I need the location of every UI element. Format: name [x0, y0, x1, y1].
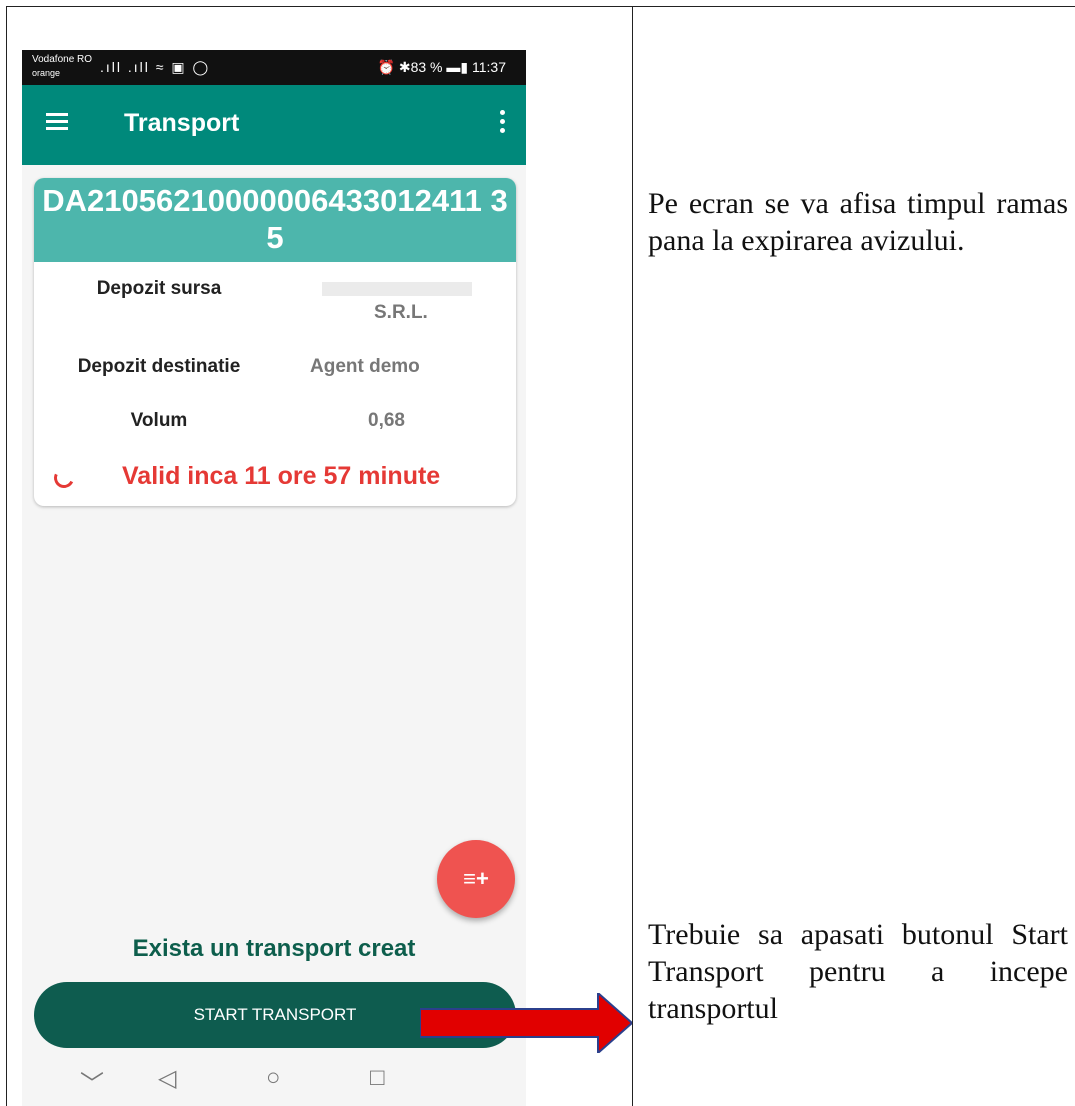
- nav-down-icon[interactable]: ﹀: [80, 1064, 104, 1099]
- row-value: S.R.L.: [374, 302, 428, 323]
- android-nav-bar: ﹀ ◁ ○ □: [22, 1060, 526, 1106]
- app-title: Transport: [124, 109, 240, 137]
- row-label: Depozit sursa: [96, 278, 222, 299]
- hamburger-menu-icon[interactable]: [46, 113, 68, 131]
- nav-home-icon[interactable]: ○: [266, 1064, 281, 1092]
- app-bar: Transport: [22, 85, 526, 165]
- table-column-divider: [632, 6, 633, 1106]
- more-options-icon[interactable]: [500, 110, 506, 137]
- status-right: ⏰ ✱83 % ▬▮ 11:37: [377, 59, 506, 75]
- signal-icons: .ıll .ıll ≈ ▣ ◯: [100, 59, 211, 75]
- row-value: 0,68: [368, 410, 405, 431]
- loading-spinner-icon: [51, 465, 77, 491]
- carrier-primary: Vodafone RO: [32, 54, 93, 65]
- instruction-text-bottom: Trebuie sa apasati butonul Start Transpo…: [648, 918, 1068, 1025]
- row-label: Volum: [130, 410, 188, 431]
- nav-back-icon[interactable]: ◁: [158, 1064, 176, 1093]
- row-label: Depozit destinatie: [77, 356, 241, 377]
- pointer-arrow-icon: [420, 993, 632, 1053]
- carrier-secondary: orange: [32, 68, 61, 78]
- status-bar: Vodafone RO orange .ıll .ıll ≈ ▣ ◯ ⏰ ✱83…: [22, 50, 526, 85]
- phone-screenshot: Vodafone RO orange .ıll .ıll ≈ ▣ ◯ ⏰ ✱83…: [22, 50, 526, 1106]
- nav-recent-icon[interactable]: □: [370, 1064, 385, 1092]
- instruction-text-top: Pe ecran se va afisa timpul ramas pana l…: [648, 187, 1068, 257]
- transport-id: DA21056210000006433012411 35: [34, 178, 516, 262]
- transport-card[interactable]: DA21056210000006433012411 35 Depozit sur…: [34, 178, 516, 506]
- transport-exists-message: Exista un transport creat: [132, 935, 416, 962]
- validity-text: Valid inca 11 ore 57 minute: [122, 462, 441, 490]
- row-value: Agent demo: [310, 356, 420, 377]
- add-list-fab-button[interactable]: ≡+: [437, 840, 515, 918]
- redacted-text: [322, 282, 472, 296]
